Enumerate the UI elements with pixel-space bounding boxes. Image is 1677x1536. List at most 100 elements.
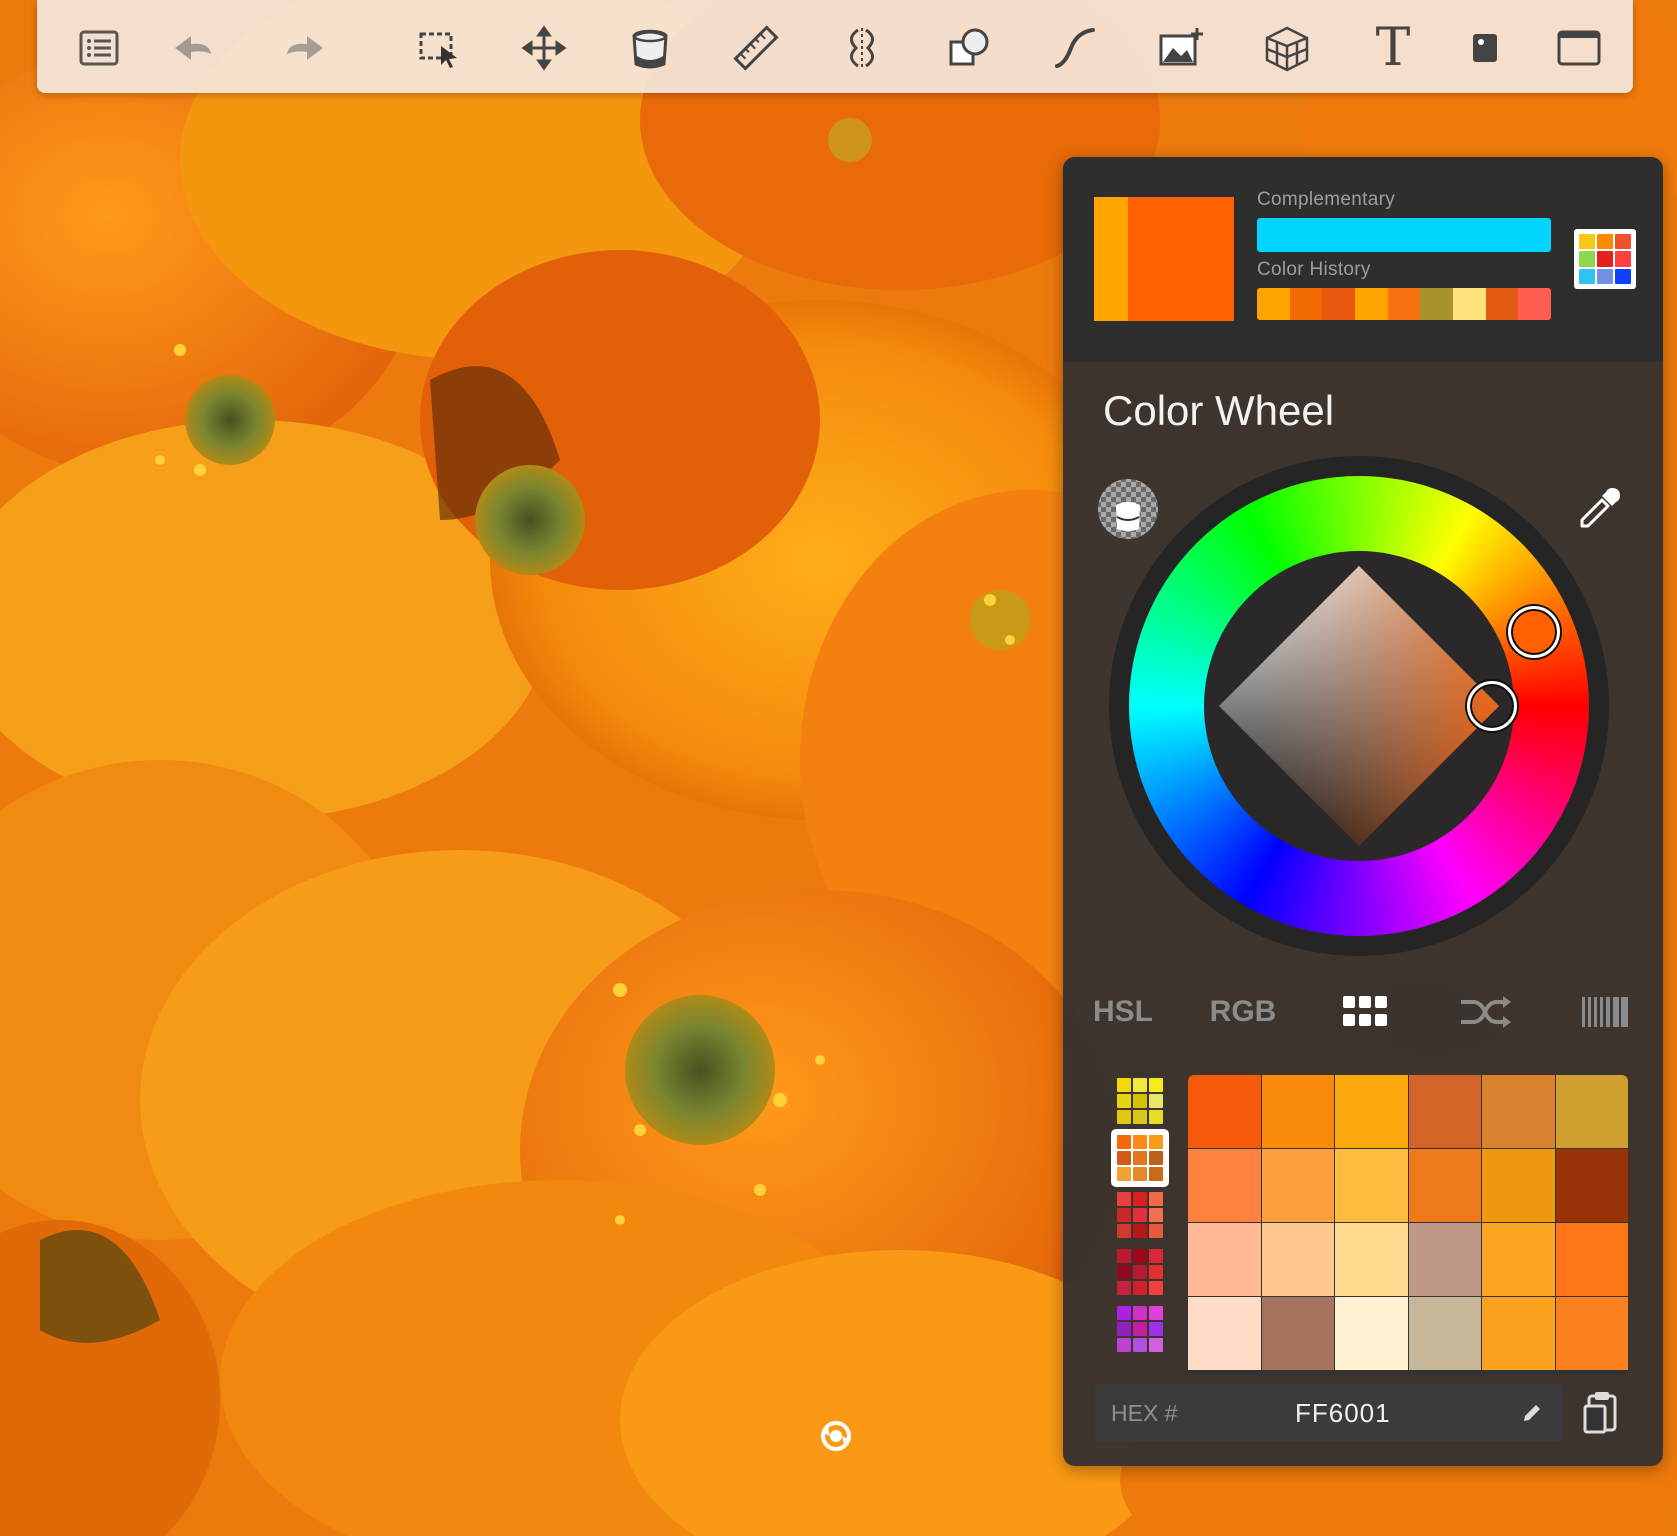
grid-icon: [1343, 996, 1387, 1026]
swatch-22[interactable]: [1482, 1297, 1555, 1370]
ruler-icon[interactable]: [728, 20, 784, 76]
saturation-value-diamond[interactable]: [1216, 563, 1502, 849]
palette-thumbnail-cell: [1149, 1338, 1163, 1352]
swatch-5[interactable]: [1555, 1075, 1628, 1148]
hue-selector-knob[interactable]: [1507, 605, 1560, 658]
tab-copic[interactable]: [1555, 977, 1655, 1047]
history-color-2[interactable]: [1322, 288, 1356, 320]
swatch-2[interactable]: [1335, 1075, 1408, 1148]
redo-icon[interactable]: [277, 20, 333, 76]
pencil-icon[interactable]: [1521, 1402, 1543, 1424]
palette-thumbnail-cell: [1149, 1224, 1163, 1238]
swatch-20[interactable]: [1335, 1297, 1408, 1370]
swatch-21[interactable]: [1408, 1297, 1481, 1370]
complementary-swatch[interactable]: [1257, 218, 1551, 252]
swatch-9[interactable]: [1408, 1149, 1481, 1222]
palette-thumbnail-cell: [1133, 1265, 1147, 1279]
tab-rgb[interactable]: RGB: [1193, 977, 1293, 1047]
hex-value[interactable]: FF6001: [1295, 1398, 1391, 1429]
panel-title: Color Wheel: [1103, 387, 1335, 434]
swatch-0[interactable]: [1188, 1075, 1261, 1148]
list-icon[interactable]: [71, 20, 127, 76]
swatch-19[interactable]: [1261, 1297, 1334, 1370]
palette-thumbnail-cell: [1117, 1338, 1131, 1352]
history-color-4[interactable]: [1387, 288, 1421, 320]
swatch-8[interactable]: [1335, 1149, 1408, 1222]
tab-hsl[interactable]: HSL: [1073, 977, 1173, 1047]
palette-thumbnail-cell: [1117, 1249, 1131, 1263]
history-color-1[interactable]: [1289, 288, 1323, 320]
swatch-18[interactable]: [1188, 1297, 1261, 1370]
palette-thumbnail-cell: [1133, 1322, 1147, 1336]
clipboard-icon[interactable]: [1579, 1390, 1625, 1436]
selection-icon[interactable]: [411, 20, 467, 76]
perspective-grid-icon[interactable]: [1259, 20, 1315, 76]
swatch-14[interactable]: [1335, 1223, 1408, 1296]
palette-thumbnail-3[interactable]: [1115, 1247, 1165, 1297]
history-color-3[interactable]: [1355, 288, 1388, 320]
palette-thumbnail-cell: [1117, 1078, 1131, 1092]
swatch-7[interactable]: [1261, 1149, 1334, 1222]
fullscreen-icon[interactable]: [1551, 20, 1607, 76]
current-color-swatch[interactable]: [1094, 197, 1234, 321]
palette-thumbnail-cell: [1133, 1110, 1147, 1124]
swatch-12[interactable]: [1188, 1223, 1261, 1296]
curve-icon[interactable]: [1047, 20, 1103, 76]
palette-thumbnail-2[interactable]: [1115, 1190, 1165, 1240]
canvas-rotate-icon[interactable]: [818, 1418, 854, 1454]
palette-thumbnail-cell: [1133, 1306, 1147, 1320]
swatch-15[interactable]: [1408, 1223, 1481, 1296]
palette-thumbnail-0[interactable]: [1115, 1076, 1165, 1126]
color-wheel[interactable]: [1109, 456, 1609, 956]
palette-thumbnail-cell: [1149, 1306, 1163, 1320]
swatch-16[interactable]: [1482, 1223, 1555, 1296]
palette-thumbnail-cell: [1149, 1167, 1163, 1181]
palette-button-cell: [1597, 268, 1613, 284]
shapes-icon[interactable]: [941, 20, 997, 76]
palette-thumbnail-cell: [1133, 1338, 1147, 1352]
palette-button-cell: [1597, 251, 1613, 267]
palette-button-cell: [1615, 268, 1631, 284]
history-color-0[interactable]: [1257, 288, 1290, 320]
swatch-17[interactable]: [1555, 1223, 1628, 1296]
swatch-10[interactable]: [1482, 1149, 1555, 1222]
history-color-5[interactable]: [1420, 288, 1454, 320]
previous-color[interactable]: [1094, 197, 1128, 321]
symmetry-icon[interactable]: [834, 20, 890, 76]
palette-list[interactable]: [1111, 1072, 1169, 1372]
history-color-7[interactable]: [1485, 288, 1519, 320]
swatch-23[interactable]: [1555, 1297, 1628, 1370]
paint-bucket-icon[interactable]: [622, 20, 678, 76]
history-color-6[interactable]: [1453, 288, 1486, 320]
palette-thumbnail-cell: [1149, 1249, 1163, 1263]
palette-thumbnail-1[interactable]: [1111, 1129, 1169, 1187]
palette-button-cell: [1615, 234, 1631, 250]
palette-thumbnail-4[interactable]: [1115, 1304, 1165, 1354]
palette-thumbnail-cell: [1149, 1135, 1163, 1149]
swatch-6[interactable]: [1188, 1149, 1261, 1222]
palette-thumbnail-cell: [1149, 1322, 1163, 1336]
tab-swatches[interactable]: [1315, 977, 1415, 1047]
add-image-icon[interactable]: [1153, 20, 1209, 76]
swatch-3[interactable]: [1408, 1075, 1481, 1148]
move-icon[interactable]: [516, 20, 572, 76]
history-color-8[interactable]: [1518, 288, 1551, 320]
swatch-4[interactable]: [1482, 1075, 1555, 1148]
tab-harmony[interactable]: [1435, 977, 1535, 1047]
swatch-13[interactable]: [1261, 1223, 1334, 1296]
swatch-11[interactable]: [1555, 1149, 1628, 1222]
palette-thumbnail-cell: [1149, 1110, 1163, 1124]
color-history-strip[interactable]: [1257, 288, 1551, 320]
hex-field[interactable]: HEX # FF6001: [1095, 1384, 1563, 1442]
undo-icon[interactable]: [165, 20, 221, 76]
color-selector-knob[interactable]: [1467, 681, 1517, 731]
palette-thumbnail-cell: [1133, 1208, 1147, 1222]
palette-library-button[interactable]: [1574, 229, 1636, 289]
palette-thumbnail-cell: [1149, 1094, 1163, 1108]
layer-icon[interactable]: [1457, 20, 1513, 76]
text-icon[interactable]: T: [1365, 20, 1421, 76]
palette-thumbnail-cell: [1117, 1224, 1131, 1238]
swatch-1[interactable]: [1261, 1075, 1334, 1148]
palette-swatch-grid: [1188, 1075, 1628, 1375]
palette-thumbnail-cell: [1117, 1281, 1131, 1295]
